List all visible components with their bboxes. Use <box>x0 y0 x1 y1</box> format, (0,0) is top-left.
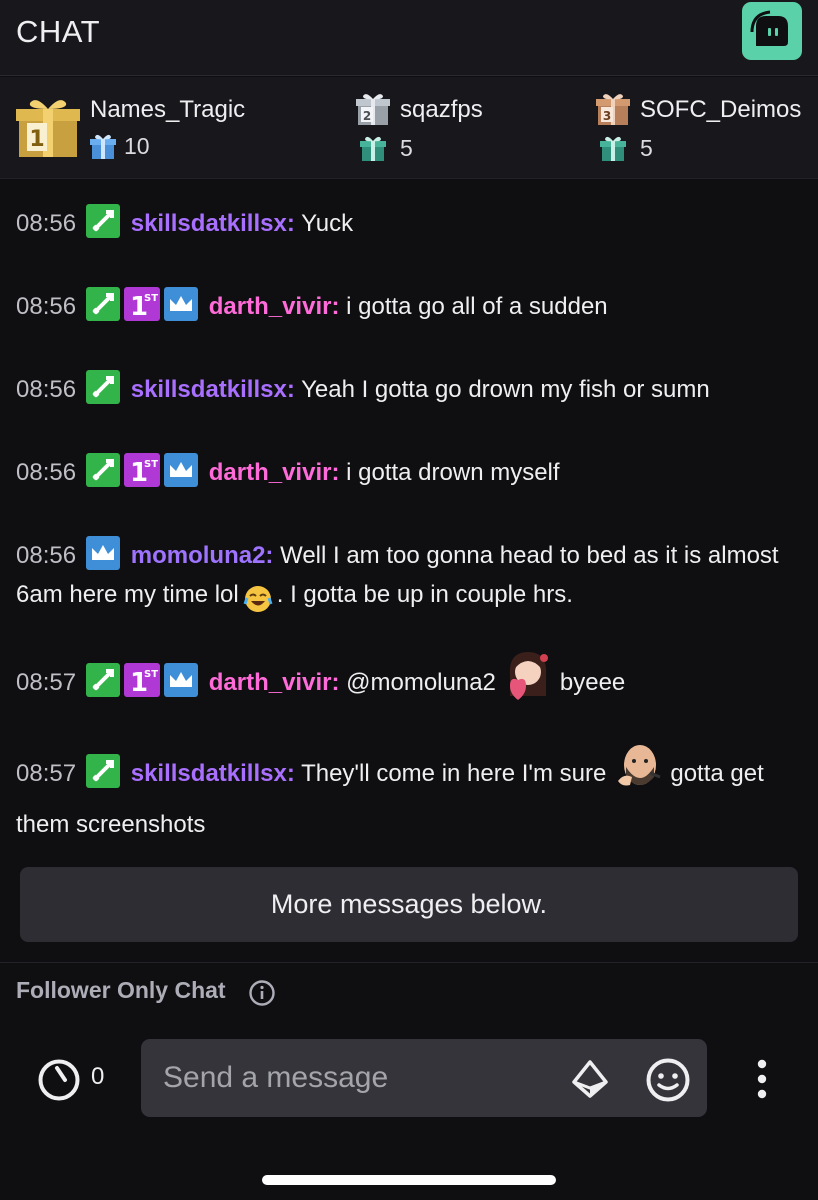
message-time: 08:56 <box>16 542 77 569</box>
leaderboard-entry-1[interactable]: 1 Names_Tragic 10 <box>16 77 316 179</box>
chat-message-input[interactable] <box>163 1039 563 1117</box>
crown-badge-icon[interactable] <box>86 536 121 570</box>
leaderboard-count-1: 10 <box>124 133 150 159</box>
chat-message: 08:56 skillsdatkillsx: Yuck <box>16 204 806 243</box>
sword-badge-icon[interactable] <box>86 663 121 697</box>
sword-badge-icon[interactable] <box>86 287 121 321</box>
gift-leaderboard: 1 Names_Tragic 10 2 sqazfps 5 3 SOFC_Dei… <box>0 77 818 179</box>
svg-text:ST: ST <box>144 459 158 470</box>
message-time: 08:56 <box>16 293 77 320</box>
message-text: They'll come in here I'm sure <box>301 760 607 787</box>
leaderboard-name-1: Names_Tragic <box>90 96 246 123</box>
hype-chat-button[interactable] <box>742 2 802 60</box>
chat-title: CHAT <box>16 14 101 49</box>
anime-girl-heart-emote-icon <box>500 646 556 714</box>
more-messages-banner[interactable]: More messages below. <box>20 867 798 942</box>
svg-text:1: 1 <box>29 127 44 152</box>
message-time: 08:56 <box>16 459 77 486</box>
chat-header: CHAT <box>0 0 818 76</box>
leaderboard-count-2: 5 <box>400 135 413 161</box>
leaderboard-name-2: sqazfps <box>400 96 483 123</box>
leaderboard-name-3: SOFC_Deimos <box>640 96 802 123</box>
svg-text:3: 3 <box>603 109 611 123</box>
chat-mode-label: Follower Only Chat <box>16 977 226 1003</box>
message-time: 08:57 <box>16 760 77 787</box>
chat-message: 08:56 skillsdatkillsx: Yeah I gotta go d… <box>16 370 806 409</box>
sword-badge-icon[interactable] <box>86 204 121 238</box>
gift-icon <box>90 134 116 159</box>
sword-badge-icon[interactable] <box>86 453 121 487</box>
sword-badge-icon[interactable] <box>86 370 121 404</box>
emoji-icon[interactable] <box>645 1057 691 1103</box>
message-text: i gotta drown myself <box>346 459 560 486</box>
chat-message: 08:56 momoluna2: Well I am too gonna hea… <box>16 536 806 626</box>
message-text: . I gotta be up in couple hrs. <box>276 581 573 608</box>
chat-message: 08:56 1 ST darth_vivir: i gotta drown myse… <box>16 453 806 492</box>
channel-points-count: 0 <box>91 1063 105 1090</box>
first-badge-icon[interactable]: 1 ST <box>124 453 161 488</box>
svg-text:2: 2 <box>363 109 371 123</box>
leaderboard-entry-2[interactable]: 2 sqazfps 5 <box>356 77 576 179</box>
chat-username[interactable]: skillsdatkillsx: <box>131 760 295 787</box>
channel-points-icon[interactable] <box>36 1058 82 1102</box>
chat-message: 08:57 skillsdatkillsx: They'll come in h… <box>16 737 806 844</box>
sword-badge-icon[interactable] <box>86 754 121 788</box>
crown-badge-icon[interactable] <box>164 287 199 321</box>
crown-badge-icon[interactable] <box>164 663 199 697</box>
chat-bubble-icon <box>750 10 788 46</box>
message-text: @momoluna2 <box>346 669 496 696</box>
message-time: 08:56 <box>16 376 77 403</box>
home-indicator <box>262 1175 556 1185</box>
leaderboard-entry-3[interactable]: 3 SOFC_Deimos 5 <box>596 77 818 179</box>
bronze-gift-icon: 3 <box>596 94 630 125</box>
chat-message: 08:57 1 ST darth_vivir: @momoluna2 byeee <box>16 646 806 714</box>
laughing-emoji-icon <box>243 584 273 626</box>
composer-divider <box>0 962 818 963</box>
message-text: byeee <box>559 669 626 696</box>
gold-gift-icon: 1 <box>16 100 80 157</box>
chat-username[interactable]: momoluna2: <box>131 542 274 569</box>
message-text: Yeah I gotta go drown my fish or sumn <box>301 376 710 403</box>
more-vertical-icon[interactable] <box>752 1058 772 1102</box>
message-time: 08:56 <box>16 210 77 237</box>
crown-badge-icon[interactable] <box>164 453 199 487</box>
leaderboard-count-3: 5 <box>640 135 653 161</box>
chat-username[interactable]: skillsdatkillsx: <box>131 210 295 237</box>
chat-message-list[interactable]: 08:56 skillsdatkillsx: Yuck 08:56 1 ST dar… <box>0 180 818 860</box>
info-icon[interactable] <box>248 979 276 1007</box>
chat-username[interactable]: darth_vivir: <box>209 293 340 320</box>
gift-icon <box>360 136 386 161</box>
message-time: 08:57 <box>16 669 77 696</box>
silver-gift-icon: 2 <box>356 94 390 125</box>
chat-username[interactable]: darth_vivir: <box>209 669 340 696</box>
first-badge-icon[interactable]: 1 ST <box>124 663 161 698</box>
message-text: Yuck <box>301 210 354 237</box>
chat-input-box[interactable] <box>141 1039 707 1117</box>
svg-text:ST: ST <box>144 669 158 680</box>
gift-icon <box>600 136 626 161</box>
chat-message: 08:56 1 ST darth_vivir: i gotta go all of … <box>16 287 806 326</box>
bits-icon[interactable] <box>570 1058 610 1100</box>
chat-username[interactable]: skillsdatkillsx: <box>131 376 295 403</box>
thinking-man-emote-icon <box>610 737 666 805</box>
message-text: i gotta go all of a sudden <box>346 293 608 320</box>
chat-username[interactable]: darth_vivir: <box>209 459 340 486</box>
first-badge-icon[interactable]: 1 ST <box>124 287 161 322</box>
svg-text:ST: ST <box>144 293 158 304</box>
